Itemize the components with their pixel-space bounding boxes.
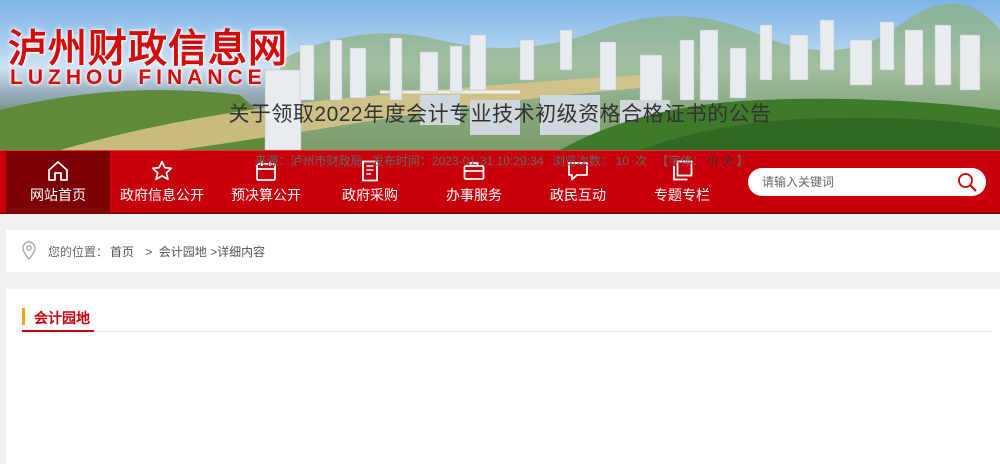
nav-item-label: 办事服务 bbox=[446, 187, 502, 203]
nav-item-label: 政府采购 bbox=[342, 187, 398, 203]
source-label: 来源： bbox=[254, 154, 291, 168]
breadcrumb-current: 详细内容 bbox=[217, 245, 266, 259]
location-pin-icon bbox=[22, 241, 36, 260]
site-subtitle: LUZHOU FINANCE bbox=[10, 66, 267, 89]
breadcrumb-section-link[interactable]: 会计园地 bbox=[159, 245, 207, 259]
font-large-button[interactable]: 大 bbox=[722, 154, 734, 168]
breadcrumb: 您的位置： 首页 > 会计园地 >详细内容 bbox=[6, 230, 1000, 272]
source-value: 泸州市财政局 bbox=[290, 154, 363, 168]
section-title[interactable]: 会计园地 bbox=[34, 308, 90, 328]
breadcrumb-home-link[interactable]: 首页 bbox=[110, 245, 134, 259]
breadcrumb-separator: > bbox=[145, 245, 153, 259]
date-value: 2023-01-31 10:29:34 bbox=[431, 154, 544, 168]
section-accent-bar bbox=[22, 308, 25, 325]
nav-item-label: 政府信息公开 bbox=[120, 187, 204, 203]
search-input[interactable] bbox=[762, 172, 952, 192]
section-header: 会计园地 bbox=[22, 308, 992, 332]
font-small-button[interactable]: 小 bbox=[706, 154, 718, 168]
views-unit: 次 bbox=[635, 154, 648, 168]
article-meta: 来源：泸州市财政局 发布时间：2023-01-31 10:29:34 浏览次数：… bbox=[0, 152, 1000, 169]
breadcrumb-label: 您的位置： bbox=[48, 245, 109, 259]
article-title: 关于领取2022年度会计专业技术初级资格合格证书的公告 bbox=[228, 103, 772, 126]
views-label: 浏览次数： bbox=[552, 154, 613, 168]
nav-item-label: 专题专栏 bbox=[654, 187, 710, 203]
nav-item-label: 预决算公开 bbox=[231, 187, 301, 203]
date-label: 发布时间： bbox=[371, 154, 432, 168]
views-count: 10 bbox=[615, 154, 630, 168]
search-box bbox=[748, 168, 986, 196]
section-underline bbox=[22, 330, 94, 332]
font-size-label: 【字体： bbox=[656, 154, 705, 168]
search-icon[interactable] bbox=[956, 171, 978, 193]
nav-item-label: 政民互动 bbox=[550, 187, 606, 203]
nav-item-label: 网站首页 bbox=[30, 187, 86, 203]
font-size-close: 】 bbox=[736, 154, 749, 168]
breadcrumb-path: 首页 > 会计园地 >详细内容 bbox=[110, 243, 265, 260]
article-panel: 会计园地 bbox=[6, 289, 1000, 464]
